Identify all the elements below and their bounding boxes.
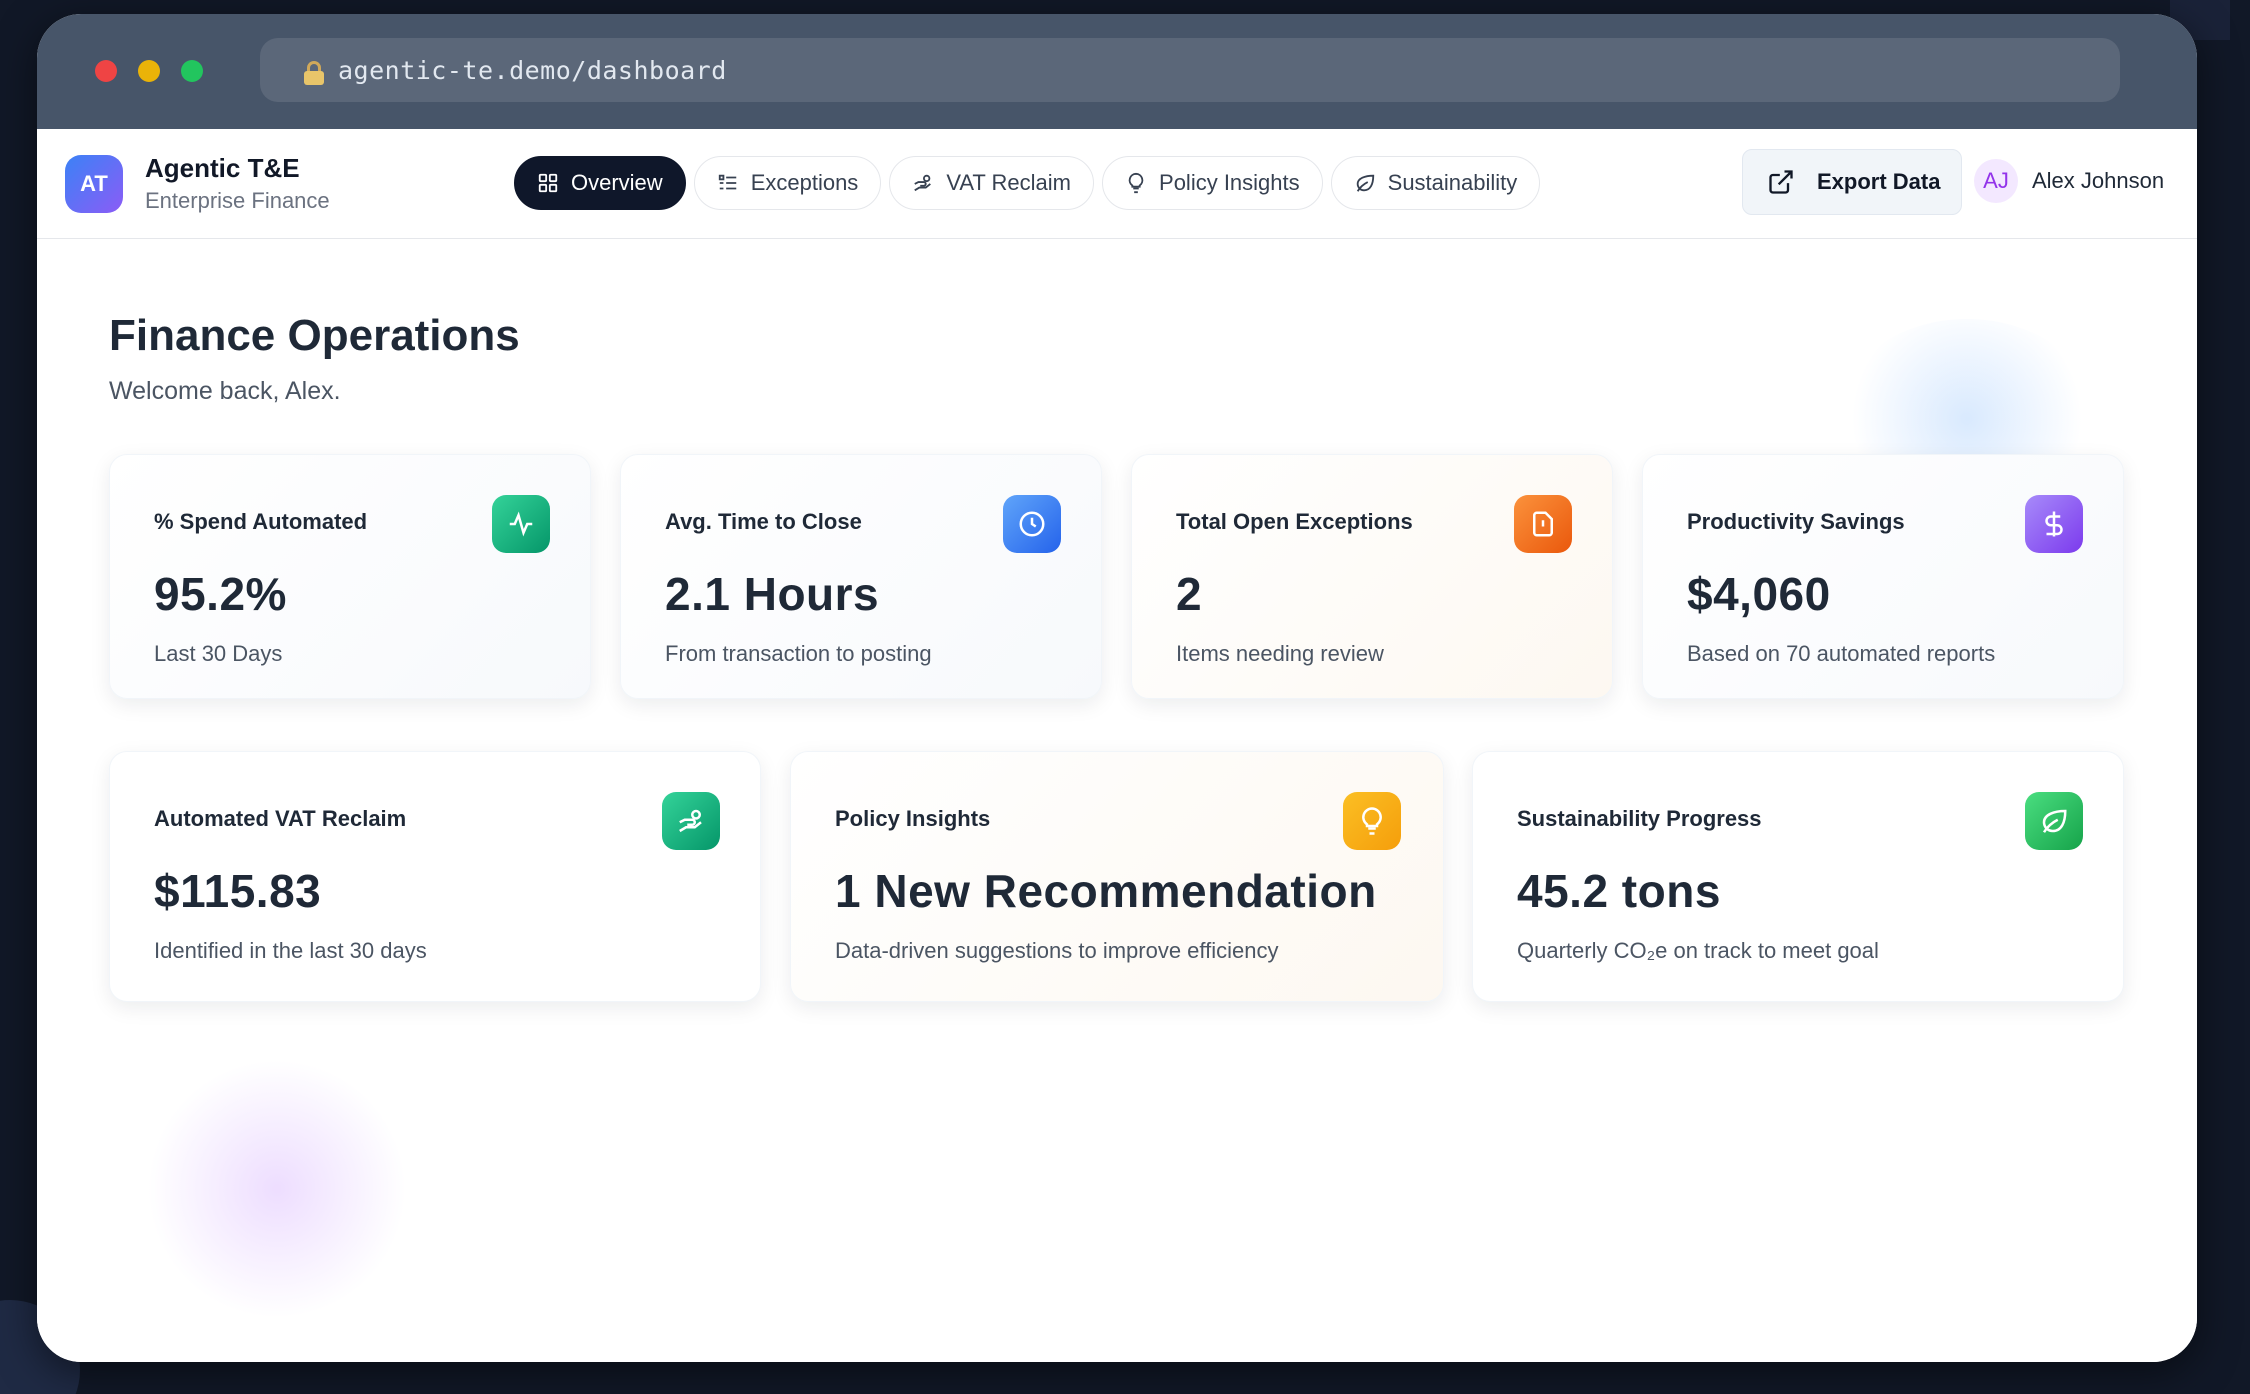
kpi-description: Based on 70 automated reports <box>1687 641 1996 666</box>
grid-icon <box>538 173 558 193</box>
tab-label: Sustainability <box>1387 170 1518 195</box>
export-data-button[interactable]: Export Data <box>1742 149 1962 215</box>
kpi-card-open-exceptions[interactable]: Total Open Exceptions 2 Items needing re… <box>1131 454 1613 699</box>
feature-card-sustainability[interactable]: Sustainability Progress 45.2 tons Quarte… <box>1472 751 2124 1002</box>
browser-chrome: agentic-te.demo/dashboard <box>37 14 2197 129</box>
brand-logo[interactable]: AT <box>65 154 123 213</box>
feature-card-vat-reclaim[interactable]: Automated VAT Reclaim $115.83 Identified… <box>109 751 761 1002</box>
lightbulb-icon <box>1343 792 1401 850</box>
alert-file-icon <box>1514 495 1572 553</box>
app-header: AT Agentic T&E Enterprise Finance Overvi… <box>37 129 2197 239</box>
tab-exceptions[interactable]: Exceptions <box>693 156 882 210</box>
kpi-label: Total Open Exceptions <box>1176 509 1413 534</box>
tab-overview[interactable]: Overview <box>514 156 686 210</box>
tab-policy-insights[interactable]: Policy Insights <box>1102 156 1323 210</box>
dollar-icon <box>2025 495 2083 553</box>
feature-label: Sustainability Progress <box>1517 806 1762 831</box>
feature-label: Automated VAT Reclaim <box>154 806 407 831</box>
tab-label: VAT Reclaim <box>946 170 1072 195</box>
kpi-description: From transaction to posting <box>665 641 932 666</box>
user-name: Alex Johnson <box>2032 168 2165 193</box>
dashboard-main: Finance Operations Welcome back, Alex. %… <box>37 239 2197 1362</box>
feature-label: Policy Insights <box>835 806 991 831</box>
kpi-description: Last 30 Days <box>154 641 283 666</box>
feature-description: Identified in the last 30 days <box>154 938 427 963</box>
page-title: Finance Operations <box>109 311 520 360</box>
kpi-label: Avg. Time to Close <box>665 509 862 534</box>
kpi-description: Items needing review <box>1176 641 1384 666</box>
kpi-card-productivity-savings[interactable]: Productivity Savings $4,060 Based on 70 … <box>1642 454 2124 699</box>
minimize-window-button[interactable] <box>138 60 160 82</box>
kpi-value: 2 <box>1176 568 1203 620</box>
lock-icon <box>304 61 324 85</box>
kpi-label: % Spend Automated <box>154 509 368 534</box>
lightbulb-icon <box>1128 172 1144 194</box>
export-label: Export Data <box>1817 169 1941 194</box>
user-menu[interactable]: AJ Alex Johnson <box>1974 159 2164 203</box>
browser-window: agentic-te.demo/dashboard AT Agentic T&E… <box>37 14 2197 1362</box>
close-window-button[interactable] <box>95 60 117 82</box>
list-icon <box>718 174 736 190</box>
feature-description: Data-driven suggestions to improve effic… <box>835 938 1279 963</box>
feature-value: 1 New Recommendation <box>835 865 1377 917</box>
address-bar[interactable]: agentic-te.demo/dashboard <box>260 38 2120 102</box>
hand-coins-icon <box>662 792 720 850</box>
feature-value: $115.83 <box>154 865 322 917</box>
app-subtitle: Enterprise Finance <box>145 188 330 213</box>
kpi-label: Productivity Savings <box>1687 509 1905 534</box>
hand-coins-icon <box>914 174 932 192</box>
activity-icon <box>492 495 550 553</box>
feature-card-policy-insights[interactable]: Policy Insights 1 New Recommendation Dat… <box>790 751 1444 1002</box>
external-link-icon <box>1769 170 1793 194</box>
kpi-card-time-to-close[interactable]: Avg. Time to Close 2.1 Hours From transa… <box>620 454 1102 699</box>
brand: Agentic T&E Enterprise Finance <box>145 153 330 214</box>
avatar[interactable]: AJ <box>1974 159 2018 203</box>
tab-label: Exceptions <box>750 170 859 195</box>
clock-icon <box>1003 495 1061 553</box>
main-nav: Overview Exceptions VAT Reclaim Policy I… <box>514 156 1541 210</box>
feature-description: Quarterly CO₂e on track to meet goal <box>1517 938 1879 963</box>
maximize-window-button[interactable] <box>181 60 203 82</box>
kpi-card-spend-automated[interactable]: % Spend Automated 95.2% Last 30 Days <box>109 454 591 699</box>
kpi-value: 2.1 Hours <box>665 568 880 620</box>
kpi-value: $4,060 <box>1687 568 1831 620</box>
tab-label: Policy Insights <box>1159 170 1300 195</box>
page-subtitle: Welcome back, Alex. <box>109 377 341 405</box>
tab-sustainability[interactable]: Sustainability <box>1330 156 1541 210</box>
leaf-icon <box>1356 174 1374 192</box>
leaf-icon <box>2025 792 2083 850</box>
url-text[interactable]: agentic-te.demo/dashboard <box>338 56 727 85</box>
tab-label: Overview <box>571 170 663 195</box>
kpi-value: 95.2% <box>154 568 287 620</box>
decorative-glow <box>147 1059 407 1319</box>
feature-value: 45.2 tons <box>1517 865 1721 917</box>
app-name: Agentic T&E <box>145 153 300 183</box>
tab-vat-reclaim[interactable]: VAT Reclaim <box>889 156 1095 210</box>
